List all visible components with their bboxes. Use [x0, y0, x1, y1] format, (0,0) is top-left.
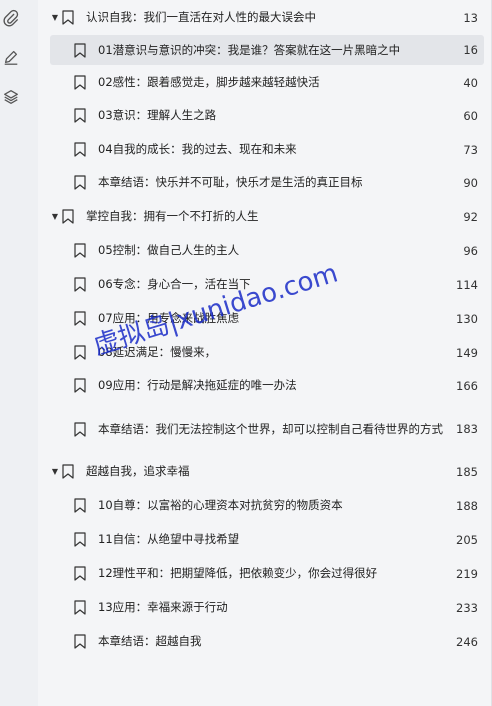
toc-item-label: 本章结语：我们无法控制这个世界，却可以控制自己看待世界的方式 [98, 421, 443, 436]
toc-section-item[interactable]: 12理性平和：把期望降低，把依赖变少，你会过得很好 219 [50, 560, 484, 587]
expand-caret-icon[interactable]: ▼ [50, 212, 60, 221]
bookmark-icon [62, 464, 78, 480]
toc-section-item[interactable]: 04自我的成长：我的过去、现在和未来 73 [50, 136, 484, 163]
toc-item-page-number: 60 [463, 108, 478, 123]
bookmark-icon [74, 108, 90, 124]
bookmark-icon [74, 532, 90, 548]
toc-section-item[interactable]: 02感性：跟着感觉走，脚步越来越轻越快活 40 [50, 69, 484, 96]
toc-item-label: 10自尊：以富裕的心理资本对抗贫穷的物质资本 [98, 498, 343, 512]
toc-item-page-number: 90 [463, 175, 478, 190]
layers-icon[interactable] [0, 86, 22, 108]
toc-section-item[interactable]: 03意识：理解人生之路 60 [50, 102, 484, 129]
bookmark-icon [62, 209, 78, 225]
paperclip-icon[interactable] [0, 7, 22, 29]
left-toolbar [0, 0, 39, 706]
toc-section-item[interactable]: 11自信：从绝望中寻找希望 205 [50, 526, 484, 553]
bookmark-outline-panel: ▼ 认识自我：我们一直活在对人性的最大误会中 13 01潜意识与意识的冲突：我是谁？答… [38, 0, 492, 706]
toc-section-item[interactable]: 08延迟满足：慢慢来， 149 [50, 339, 484, 366]
toc-item-label: 05控制：做自己人生的主人 [98, 243, 240, 257]
toc-item-label: 01潜意识与意识的冲突：我是谁？答案就在这一片黑暗之中 [98, 42, 401, 57]
toc-item-page-number: 16 [463, 43, 478, 57]
toc-item-label: 08延迟满足：慢慢来， [98, 345, 217, 359]
bookmark-icon [74, 243, 90, 259]
expand-caret-icon[interactable]: ▼ [50, 13, 60, 22]
app-window: ▼ 认识自我：我们一直活在对人性的最大误会中 13 01潜意识与意识的冲突：我是谁？答… [0, 0, 492, 706]
toc-item-label: 13应用：幸福来源于行动 [98, 600, 228, 614]
bookmark-icon [74, 600, 90, 616]
expand-caret-icon[interactable]: ▼ [50, 467, 60, 476]
toc-section-item[interactable]: 本章结语：快乐并不可耻，快乐才是生活的真正目标 90 [50, 169, 484, 196]
toc-item-label: 本章结语：超越自我 [98, 634, 202, 648]
toc-item-page-number: 166 [456, 378, 478, 393]
toc-item-page-number: 246 [456, 634, 478, 649]
toc-item-page-number: 96 [463, 243, 478, 258]
bookmark-icon [74, 345, 90, 361]
toc-item-label: 11自信：从绝望中寻找希望 [98, 532, 240, 546]
bookmark-icon [74, 175, 90, 191]
bookmark-icon [74, 566, 90, 582]
bookmark-icon [74, 142, 90, 158]
bookmark-icon [74, 421, 90, 437]
toc-section-item[interactable]: 09应用：行动是解决拖延症的唯一办法 166 [50, 372, 484, 399]
bookmark-icon [74, 378, 90, 394]
toc-item-label: 本章结语：快乐并不可耻，快乐才是生活的真正目标 [98, 175, 363, 189]
toc-item-label: 12理性平和：把期望降低，把依赖变少，你会过得很好 [98, 566, 378, 580]
toc-section-item[interactable]: 10自尊：以富裕的心理资本对抗贫穷的物质资本 188 [50, 492, 484, 519]
toc-section-item[interactable]: 05控制：做自己人生的主人 96 [50, 237, 484, 264]
toc-item-label: 03意识：理解人生之路 [98, 108, 217, 122]
toc-section-item[interactable]: 06专念：身心合一，活在当下 114 [50, 271, 484, 298]
toc-section-item[interactable]: 本章结语：我们无法控制这个世界，却可以控制自己看待世界的方式 183 [50, 408, 484, 450]
toc-section-item[interactable]: 本章结语：超越自我 246 [50, 628, 484, 655]
toc-item-label: 认识自我：我们一直活在对人性的最大误会中 [86, 10, 316, 24]
bookmark-icon [74, 42, 90, 58]
toc-item-label: 02感性：跟着感觉走，脚步越来越轻越快活 [98, 75, 320, 89]
toc-item-page-number: 205 [456, 532, 478, 547]
bookmark-icon [74, 634, 90, 650]
toc-item-page-number: 40 [463, 75, 478, 90]
toc-item-page-number: 149 [456, 345, 478, 360]
toc-chapter-item[interactable]: ▼ 超越自我，追求幸福 185 [50, 458, 484, 485]
toc-item-page-number: 92 [463, 209, 478, 224]
toc-item-label: 04自我的成长：我的过去、现在和未来 [98, 142, 297, 156]
toc-item-page-number: 188 [456, 498, 478, 513]
toc-section-item[interactable]: 07应用：用专念来战胜焦虑 130 [50, 305, 484, 332]
toc-section-item[interactable]: 13应用：幸福来源于行动 233 [50, 594, 484, 621]
toc-item-page-number: 114 [456, 277, 478, 292]
toc-item-page-number: 183 [456, 422, 478, 436]
bookmark-icon [74, 277, 90, 293]
bookmark-icon [74, 311, 90, 327]
pen-icon[interactable] [0, 46, 22, 68]
bookmark-icon [62, 10, 78, 26]
toc-item-page-number: 73 [463, 142, 478, 157]
toc-item-label: 超越自我，追求幸福 [86, 464, 190, 478]
toc-item-page-number: 185 [456, 464, 478, 479]
toc-item-label: 07应用：用专念来战胜焦虑 [98, 311, 240, 325]
toc-item-page-number: 233 [456, 600, 478, 615]
toc-chapter-item[interactable]: ▼ 掌控自我：拥有一个不打折的人生 92 [50, 203, 484, 230]
bookmark-icon [74, 498, 90, 514]
toc-item-page-number: 13 [463, 10, 478, 25]
toc-chapter-item[interactable]: ▼ 认识自我：我们一直活在对人性的最大误会中 13 [50, 4, 484, 31]
toc-item-page-number: 130 [456, 311, 478, 326]
toc-item-label: 09应用：行动是解决拖延症的唯一办法 [98, 378, 297, 392]
toc-item-label: 06专念：身心合一，活在当下 [98, 277, 251, 291]
bookmark-icon [74, 75, 90, 91]
toc-item-label: 掌控自我：拥有一个不打折的人生 [86, 209, 259, 223]
toc-section-item[interactable]: 01潜意识与意识的冲突：我是谁？答案就在这一片黑暗之中 16 [50, 35, 484, 65]
toc-item-page-number: 219 [456, 566, 478, 581]
